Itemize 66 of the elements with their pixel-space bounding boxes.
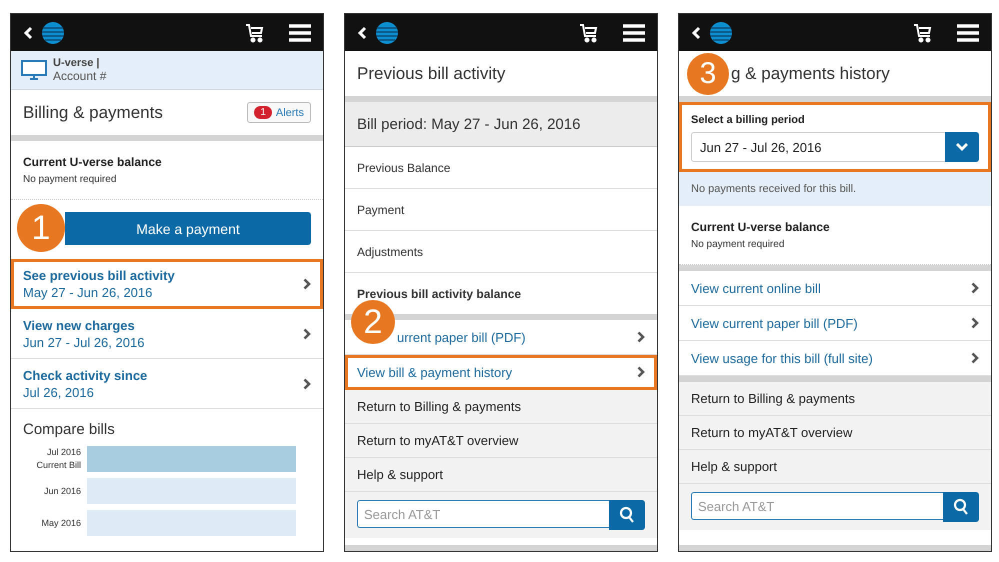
nav-link[interactable]: Help & support: [679, 450, 991, 484]
cart-icon[interactable]: [913, 22, 933, 42]
search-field[interactable]: Search AT&T: [357, 500, 609, 528]
activity-row-label: Previous Balance: [345, 147, 657, 189]
bill-period-link[interactable]: View new charges Jun 27 - Jul 26, 2016: [11, 309, 323, 359]
menu-icon[interactable]: [623, 24, 645, 42]
balance-title: Current U-verse balance: [23, 155, 163, 169]
account-number-label: Account #: [53, 69, 106, 83]
search-field[interactable]: Search AT&T: [691, 492, 943, 520]
nav-link[interactable]: Return to Billing & payments: [345, 390, 657, 424]
balance-status: No payment required: [691, 239, 786, 250]
chevron-right-icon[interactable]: [303, 328, 311, 340]
page-title: Previous bill activity: [357, 64, 506, 84]
striped-globe-icon[interactable]: [375, 20, 399, 44]
chevron-right-icon[interactable]: [303, 378, 311, 390]
step-number-badge: 1: [17, 204, 65, 252]
chevron-right-icon[interactable]: [971, 317, 979, 329]
menu-icon[interactable]: [957, 24, 979, 42]
chevron-down-icon[interactable]: [955, 142, 969, 152]
bill-period-link[interactable]: See previous bill activity May 27 - Jun 26, 2016: [11, 259, 323, 309]
billing-period-dropdown[interactable]: Jun 27 - Jul 26, 2016: [691, 132, 979, 162]
chevron-right-icon[interactable]: [303, 278, 311, 290]
chevron-right-icon[interactable]: [637, 366, 645, 378]
cart-icon[interactable]: [245, 22, 265, 42]
search-button[interactable]: [609, 500, 645, 530]
section-title: Compare bills: [23, 421, 116, 438]
account-type: U-verse |: [53, 57, 100, 69]
activity-row-label: Payment: [345, 189, 657, 231]
bar-sublabel: Current Bill: [35, 459, 81, 472]
make-payment-button[interactable]: Make a payment: [65, 212, 311, 245]
activity-row-label: Adjustments: [345, 231, 657, 273]
menu-icon[interactable]: [289, 24, 311, 42]
search-icon[interactable]: [619, 506, 635, 524]
nav-link[interactable]: Return to Billing & payments: [679, 382, 991, 416]
page-title: g & payments history: [731, 64, 890, 84]
striped-globe-icon[interactable]: [41, 20, 65, 44]
menu-link[interactable]: View bill & payment history: [345, 355, 657, 390]
bar-label: May 2016: [40, 516, 81, 530]
step-number-badge: 2: [351, 300, 395, 344]
striped-globe-icon[interactable]: [709, 20, 733, 44]
back-icon[interactable]: [357, 26, 367, 40]
bill-period-heading: Bill period: May 27 - Jun 26, 2016: [345, 102, 657, 147]
monitor-icon[interactable]: [21, 60, 47, 80]
page-title: Billing & payments: [23, 102, 163, 122]
back-icon[interactable]: [23, 26, 33, 40]
bar-label: Jul 2016: [46, 446, 81, 459]
alerts-button[interactable]: 1 Alerts: [247, 102, 311, 123]
nav-link[interactable]: Help & support: [345, 458, 657, 492]
bar-label: Jun 2016: [42, 484, 81, 498]
search-icon[interactable]: [953, 498, 969, 516]
notice-message: No payments received for this bill.: [679, 172, 991, 206]
nav-link[interactable]: Return to myAT&T overview: [345, 424, 657, 458]
back-icon[interactable]: [691, 26, 701, 40]
cart-icon[interactable]: [579, 22, 599, 42]
chevron-right-icon[interactable]: [637, 331, 645, 343]
search-button[interactable]: [943, 492, 979, 522]
chevron-right-icon[interactable]: [971, 352, 979, 364]
step-number-badge: 3: [687, 53, 729, 95]
nav-link[interactable]: Return to myAT&T overview: [679, 416, 991, 450]
chevron-right-icon[interactable]: [971, 282, 979, 294]
field-label: Select a billing period: [691, 114, 806, 126]
bill-period-link[interactable]: Check activity since Jul 26, 2016: [11, 359, 323, 409]
activity-row-label: Previous bill activity balance: [356, 286, 522, 302]
balance-status: No payment required: [23, 174, 118, 185]
count-badge: 1: [254, 106, 272, 119]
balance-title: Current U-verse balance: [691, 220, 831, 234]
